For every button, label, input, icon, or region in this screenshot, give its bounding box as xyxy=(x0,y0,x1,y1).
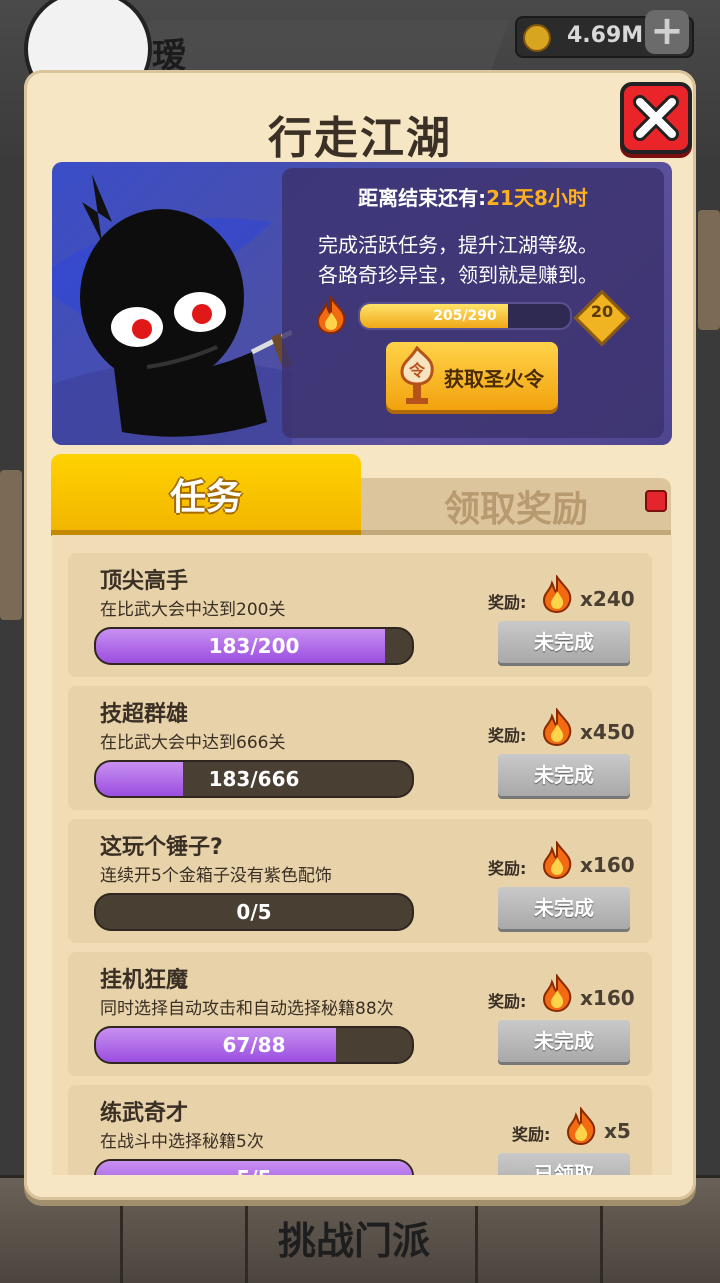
flame-icon xyxy=(542,841,572,879)
task-description: 在比武大会中达到200关 xyxy=(100,600,286,620)
reward-quantity: x160 xyxy=(580,986,635,1010)
event-description: 完成活跃任务，提升江湖等级。 各路奇珍异宝，领到就是赚到。 xyxy=(318,230,648,290)
task-progress-text: 183/666 xyxy=(208,767,300,791)
get-fire-token-button[interactable]: 令 获取圣火令 xyxy=(386,342,558,410)
reward-label: 奖励: xyxy=(488,726,527,745)
add-currency-button[interactable]: + xyxy=(645,10,689,54)
fire-token-char: 令 xyxy=(408,361,426,380)
journey-modal: 行走江湖 距离结束还有:21天8小时 完成活跃任务，提升江湖等级。 各路奇珍异宝… xyxy=(24,70,696,1200)
task-description: 连续开5个金箱子没有紫色配饰 xyxy=(100,866,332,886)
task-title: 练武奇才 xyxy=(100,1101,189,1126)
countdown-prefix: 距离结束还有: xyxy=(358,186,487,210)
task-progress-text: 5/5 xyxy=(96,1161,412,1175)
task-status-button[interactable]: 已领取 xyxy=(498,1153,630,1175)
tab-claim-rewards[interactable]: 领取奖励 xyxy=(361,478,671,536)
task-row: 顶尖高手在比武大会中达到200关 183/200 奖励: x240 未完成 xyxy=(68,553,652,677)
level-badge-number: 20 xyxy=(590,302,614,321)
fire-token-icon: 令 xyxy=(400,346,434,404)
task-title: 技超群雄 xyxy=(100,702,189,727)
tab-tasks[interactable]: 任务 xyxy=(51,454,361,536)
task-progress-text: 183/200 xyxy=(208,634,300,658)
tab-tasks-label: 任务 xyxy=(169,477,242,518)
task-progress-bar: 183/200 xyxy=(94,627,414,665)
task-progress-bar: 183/666 xyxy=(94,760,414,798)
event-banner: 距离结束还有:21天8小时 完成活跃任务，提升江湖等级。 各路奇珍异宝，领到就是… xyxy=(52,162,672,445)
name-strip xyxy=(130,20,510,72)
reward-quantity: x5 xyxy=(604,1119,631,1143)
task-description: 在战斗中选择秘籍5次 xyxy=(100,1132,264,1152)
task-description: 在比武大会中达到666关 xyxy=(100,733,286,753)
task-title: 顶尖高手 xyxy=(100,569,189,594)
flame-icon xyxy=(542,575,572,613)
reward-quantity: x160 xyxy=(580,853,635,877)
task-progress-bar: 0/5 xyxy=(94,893,414,931)
flame-icon xyxy=(542,974,572,1012)
reward-label: 奖励: xyxy=(488,593,527,612)
modal-title: 行走江湖 xyxy=(268,113,452,164)
task-status-button[interactable]: 未完成 xyxy=(498,1020,630,1062)
side-decoration xyxy=(0,470,22,620)
currency-value: 4.69M xyxy=(567,23,644,48)
level-progress-text: 205/290 xyxy=(433,308,497,324)
task-title: 这玩个锤子? xyxy=(100,835,223,860)
reward-quantity: x240 xyxy=(580,587,635,611)
ninja-character-icon xyxy=(52,174,292,445)
countdown-value: 21天8小时 xyxy=(486,186,588,210)
reward-label: 奖励: xyxy=(488,992,527,1011)
level-progress-bar: 205/290 xyxy=(358,302,572,330)
task-progress-bar: 67/88 xyxy=(94,1026,414,1064)
coin-icon xyxy=(523,24,551,52)
flame-icon xyxy=(316,296,346,334)
banner-info-panel: 距离结束还有:21天8小时 完成活跃任务，提升江湖等级。 各路奇珍异宝，领到就是… xyxy=(282,168,664,438)
close-button[interactable] xyxy=(620,82,692,154)
task-title: 挂机狂魔 xyxy=(100,968,189,993)
reward-label: 奖励: xyxy=(488,859,527,878)
task-row: 挂机狂魔同时选择自动攻击和自动选择秘籍88次 67/88 奖励: x160 未完成 xyxy=(68,952,652,1076)
notification-dot xyxy=(645,490,667,512)
get-fire-token-label: 获取圣火令 xyxy=(444,367,544,391)
close-x-icon xyxy=(633,95,679,141)
bottom-nav-label: 挑战门派 xyxy=(278,1219,431,1263)
task-progress-bar: 5/5 xyxy=(94,1159,414,1175)
tab-claim-rewards-label: 领取奖励 xyxy=(443,489,588,530)
desc-line: 完成活跃任务，提升江湖等级。 xyxy=(318,233,598,257)
task-status-button[interactable]: 未完成 xyxy=(498,887,630,929)
task-description: 同时选择自动攻击和自动选择秘籍88次 xyxy=(100,999,394,1019)
task-status-button[interactable]: 未完成 xyxy=(498,754,630,796)
flame-icon xyxy=(566,1107,596,1145)
task-list[interactable]: 顶尖高手 在比武大会中达到200关 183/200 奖励: x240 未完成 技超群雄 在比武… xyxy=(52,535,672,1175)
reward-label: 奖励: xyxy=(512,1125,551,1144)
task-row: 练武奇才在战斗中选择秘籍5次 5/5 奖励: x5 已领取 xyxy=(68,1085,652,1175)
task-progress-text: 0/5 xyxy=(236,900,272,924)
task-row: 这玩个锤子? 连续开5个金箱子没有紫色配饰 0/5 奖励: x160 未完成 xyxy=(68,819,652,943)
desc-line: 各路奇珍异宝，领到就是赚到。 xyxy=(318,263,598,287)
task-row: 技超群雄在比武大会中达到666关 183/666 奖励: x450 未完成 xyxy=(68,686,652,810)
task-status-button[interactable]: 未完成 xyxy=(498,621,630,663)
side-decoration xyxy=(698,210,720,330)
task-progress-text: 67/88 xyxy=(222,1033,286,1057)
reward-quantity: x450 xyxy=(580,720,635,744)
event-countdown: 距离结束还有:21天8小时 xyxy=(282,182,664,211)
flame-icon xyxy=(542,708,572,746)
